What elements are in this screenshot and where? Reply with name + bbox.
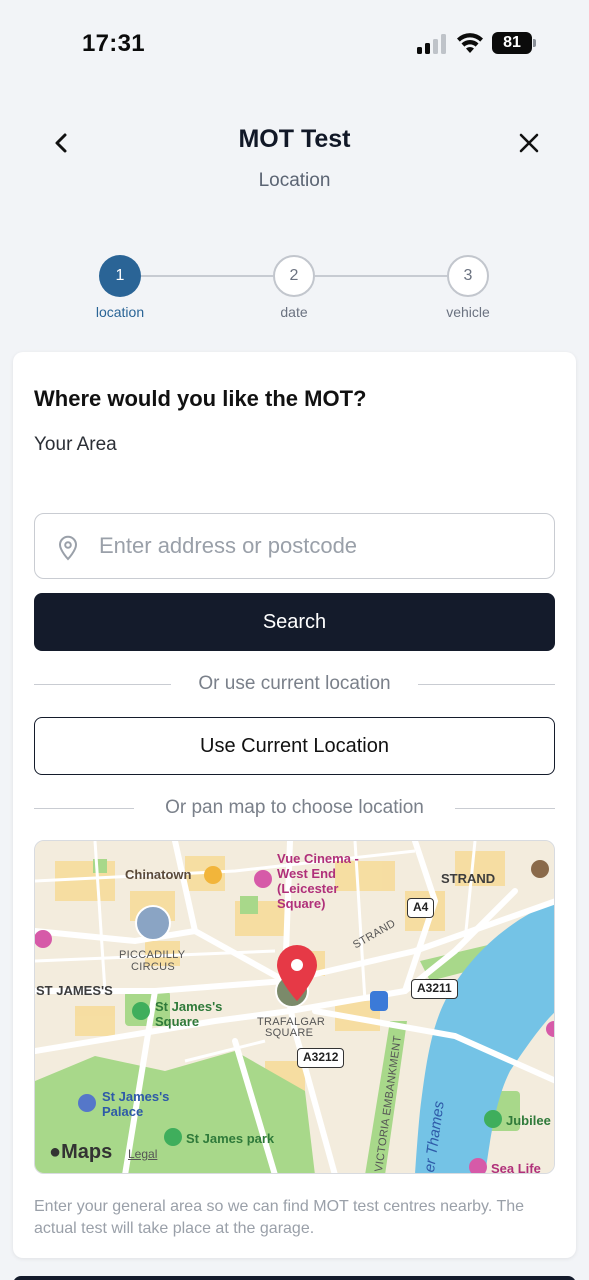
stepper-connector [141, 275, 273, 277]
map-label-jubilee: Jubilee [506, 1113, 551, 1128]
close-button[interactable] [514, 126, 544, 160]
search-button[interactable]: Search [34, 593, 555, 651]
map-label-st-james-palace-1: St James's [102, 1089, 170, 1104]
map-label-chinatown: Chinatown [125, 867, 192, 882]
map-label-st-james-park: St James park [186, 1131, 275, 1146]
map-divider: Or pan map to choose location [34, 797, 555, 819]
use-current-location-button[interactable]: Use Current Location [34, 717, 555, 775]
card-title: Where would you like the MOT? [34, 386, 367, 411]
bottom-action-bar[interactable] [13, 1276, 576, 1280]
map-label-sea-life: Sea Life [491, 1161, 541, 1174]
step-1-label: location [95, 304, 145, 320]
map-label-piccadilly-2: CIRCUS [131, 961, 175, 973]
location-pin-icon [58, 535, 78, 561]
cellular-signal-icon [417, 34, 449, 54]
step-2-circle[interactable]: 2 [273, 255, 315, 297]
map-label-vue-2: West End [277, 866, 336, 881]
legal-link[interactable]: Legal [128, 1147, 157, 1161]
map-label-st-james-square-1: St James's [155, 999, 223, 1014]
battery-level: 81 [492, 32, 532, 54]
map-label-piccadilly-1: PICCADILLY [119, 949, 186, 961]
battery-icon: 81 [492, 32, 536, 54]
current-location-divider: Or use current location [34, 673, 555, 695]
map-label-st-james-s: ST JAMES'S [36, 983, 113, 998]
map-label-strand: STRAND [441, 871, 496, 886]
area-label: Your Area [34, 434, 117, 455]
step-number: 3 [463, 267, 473, 284]
map-label-st-james-palace-2: Palace [102, 1104, 144, 1119]
road-badge-a3212: A3212 [297, 1048, 345, 1068]
step-1-circle[interactable]: 1 [99, 255, 141, 297]
apple-logo-icon: ● [49, 1141, 62, 1163]
page-title: MOT Test [238, 125, 351, 153]
map-label-vue-1: Vue Cinema - [277, 851, 359, 866]
help-text: Enter your general area so we can find M… [34, 1198, 525, 1237]
status-bar: 17:31 81 [0, 0, 589, 86]
step-3-label: vehicle [446, 304, 490, 320]
close-icon [519, 133, 539, 153]
map-label-trafalgar-2: SQUARE [265, 1027, 314, 1039]
map-label-vue-4: Square) [277, 896, 326, 911]
step-3-circle[interactable]: 3 [447, 255, 489, 297]
address-field[interactable] [34, 513, 555, 579]
address-input[interactable] [99, 514, 539, 577]
location-map[interactable]: Chinatown Vue Cinema - West End (Leicest… [34, 840, 555, 1174]
road-badge-a4: A4 [407, 898, 435, 918]
step-number: 2 [289, 267, 299, 284]
stepper-connector [315, 275, 447, 277]
step-2-label: date [280, 304, 308, 320]
maps-logo-text: Maps [61, 1141, 113, 1163]
wifi-icon [456, 32, 484, 54]
step-number: 1 [115, 267, 125, 284]
location-card: Where would you like the MOT? Your Area … [13, 352, 576, 1258]
divider-text: Or pan map to choose location [165, 797, 424, 818]
page-subtitle: Location [258, 170, 331, 191]
divider-text: Or use current location [198, 673, 391, 694]
map-label-st-james-square-2: Square [155, 1014, 200, 1029]
road-badge-a3211: A3211 [411, 979, 458, 999]
maps-logo: ●Maps [49, 1141, 112, 1164]
map-label-vue-3: (Leicester [277, 881, 339, 896]
status-time: 17:31 [82, 30, 145, 57]
